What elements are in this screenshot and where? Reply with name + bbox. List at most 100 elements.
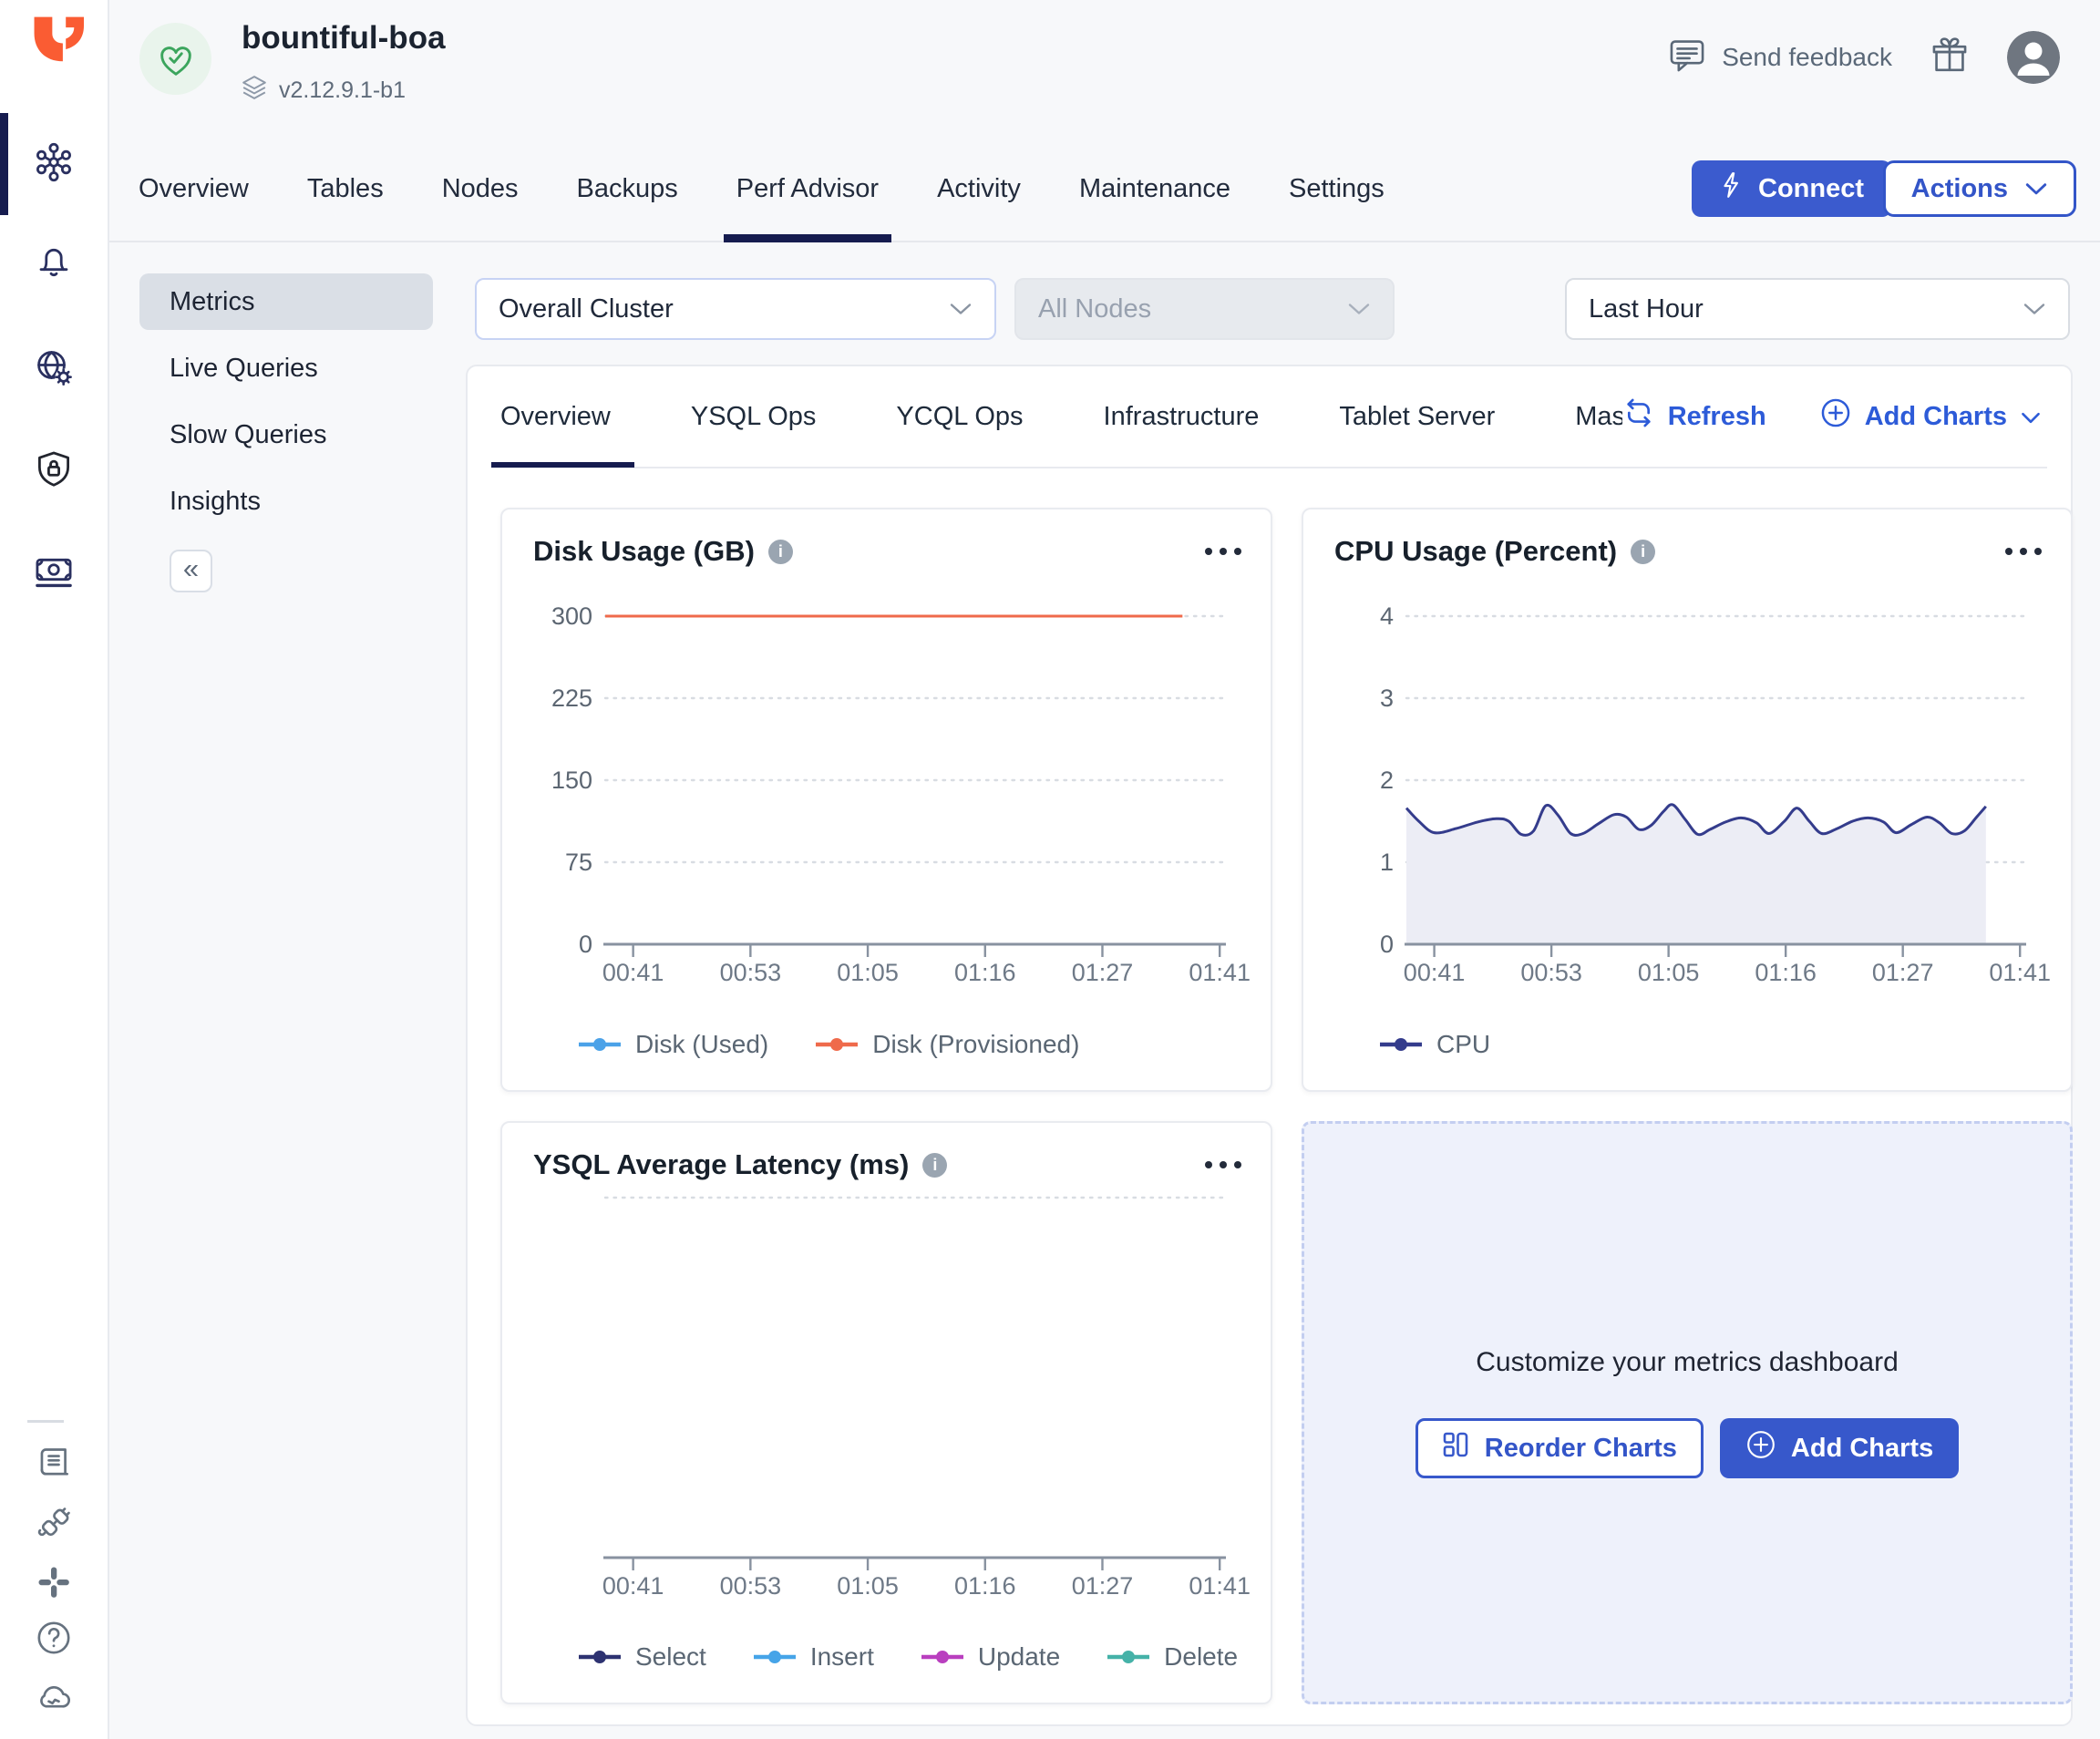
legend-item[interactable]: Update xyxy=(921,1642,1060,1672)
header-actions: Send feedback xyxy=(1668,31,2060,84)
user-avatar[interactable] xyxy=(2007,31,2060,84)
rail-item-slack[interactable] xyxy=(0,1556,108,1612)
add-charts-button[interactable]: Add Charts xyxy=(1720,1418,1959,1478)
panel-tab-ycql-ops[interactable]: YCQL Ops xyxy=(896,365,1023,468)
tab-tables[interactable]: Tables xyxy=(307,137,384,241)
plus-circle-icon xyxy=(1819,396,1852,437)
nodes-select-value: All Nodes xyxy=(1038,294,1151,324)
refresh-icon xyxy=(1622,396,1655,437)
rail-item-clusters[interactable] xyxy=(0,120,108,208)
rail-divider xyxy=(27,1420,64,1423)
svg-text:01:27: 01:27 xyxy=(1072,959,1134,986)
svg-text:75: 75 xyxy=(565,849,592,876)
svg-text:3: 3 xyxy=(1380,684,1394,712)
send-feedback-button[interactable]: Send feedback xyxy=(1668,36,1892,80)
rail-item-alerts[interactable] xyxy=(0,218,108,305)
panel-tab-overview[interactable]: Overview xyxy=(500,365,611,468)
customize-message: Customize your metrics dashboard xyxy=(1476,1347,1899,1378)
refresh-button[interactable]: Refresh xyxy=(1622,396,1766,437)
disk-usage-plot: 07515022530000:4100:5301:0501:1601:2701:… xyxy=(502,564,1271,1011)
svg-text:01:27: 01:27 xyxy=(1872,959,1934,986)
rail-item-cloud-status[interactable] xyxy=(0,1671,108,1727)
subnav-item-live-queries[interactable]: Live Queries xyxy=(139,340,433,396)
actions-label: Actions xyxy=(1911,174,2008,204)
collapse-sidebar-button[interactable]: « xyxy=(170,550,212,592)
scope-select[interactable]: Overall Cluster xyxy=(475,278,996,340)
rail-item-integrations[interactable] xyxy=(0,1497,108,1554)
chevron-down-icon xyxy=(2024,174,2048,204)
chart-menu-ellipsis-button[interactable] xyxy=(2003,540,2043,562)
plus-circle-icon xyxy=(1745,1429,1776,1467)
chevron-down-icon xyxy=(2020,402,2042,432)
reorder-charts-label: Reorder Charts xyxy=(1485,1434,1677,1464)
legend-item[interactable]: Select xyxy=(579,1642,706,1672)
actions-button[interactable]: Actions xyxy=(1883,160,2076,217)
svg-text:0: 0 xyxy=(579,931,592,958)
gift-icon[interactable] xyxy=(1930,36,1969,79)
svg-text:01:05: 01:05 xyxy=(1638,959,1700,986)
connect-button[interactable]: Connect xyxy=(1692,160,1891,217)
subnav-item-metrics[interactable]: Metrics xyxy=(139,273,433,330)
chart-card-ysql-latency: YSQL Average Latency (ms) i 00:4100:5301… xyxy=(500,1121,1272,1704)
legend-item[interactable]: Delete xyxy=(1107,1642,1238,1672)
cluster-tabbar: Overview Tables Nodes Backups Perf Advis… xyxy=(109,137,2100,242)
rail-item-security[interactable] xyxy=(0,427,108,515)
tab-overview[interactable]: Overview xyxy=(139,137,249,241)
svg-text:01:27: 01:27 xyxy=(1072,1572,1134,1600)
svg-text:01:16: 01:16 xyxy=(954,1572,1016,1600)
legend-item[interactable]: CPU xyxy=(1380,1030,1490,1059)
bolt-icon xyxy=(1719,171,1745,206)
legend-item[interactable]: Disk (Used) xyxy=(579,1030,768,1059)
rail-item-billing[interactable] xyxy=(0,528,108,615)
legend-item[interactable]: Disk (Provisioned) xyxy=(816,1030,1079,1059)
tab-perf-advisor[interactable]: Perf Advisor xyxy=(736,137,879,241)
chart-menu-ellipsis-button[interactable] xyxy=(1203,540,1243,562)
rail-item-network[interactable] xyxy=(0,325,108,413)
legend-label: Insert xyxy=(810,1642,874,1672)
svg-text:150: 150 xyxy=(551,767,592,794)
subnav-item-slow-queries[interactable]: Slow Queries xyxy=(139,406,433,463)
rail-item-help[interactable] xyxy=(0,1611,108,1668)
add-charts-menu-button[interactable]: Add Charts xyxy=(1819,396,2042,437)
clusters-icon xyxy=(33,141,75,188)
cluster-version-row: v2.12.9.1-b1 xyxy=(242,75,406,107)
tab-maintenance[interactable]: Maintenance xyxy=(1079,137,1230,241)
add-charts-label: Add Charts xyxy=(1865,402,2007,432)
time-range-select[interactable]: Last Hour xyxy=(1565,278,2070,340)
svg-text:01:41: 01:41 xyxy=(1989,959,2051,986)
cluster-version: v2.12.9.1-b1 xyxy=(279,77,406,104)
tab-settings[interactable]: Settings xyxy=(1289,137,1385,241)
tab-backups[interactable]: Backups xyxy=(577,137,678,241)
tab-nodes[interactable]: Nodes xyxy=(442,137,519,241)
help-question-icon xyxy=(34,1618,74,1662)
panel-tab-ysql-ops[interactable]: YSQL Ops xyxy=(691,365,817,468)
reorder-charts-button[interactable]: Reorder Charts xyxy=(1415,1418,1704,1478)
chart-menu-ellipsis-button[interactable] xyxy=(1203,1154,1243,1176)
reorder-grid-icon xyxy=(1442,1431,1469,1466)
panel-tab-master-truncated[interactable]: Mas xyxy=(1575,365,1621,468)
info-icon[interactable]: i xyxy=(768,540,793,564)
legend-label: Disk (Used) xyxy=(635,1030,768,1059)
plug-icon xyxy=(34,1504,74,1549)
ysql-latency-plot: 00:4100:5301:0501:1601:2701:41 xyxy=(502,1178,1271,1624)
tab-activity[interactable]: Activity xyxy=(937,137,1021,241)
disk-usage-legend: Disk (Used) Disk (Provisioned) xyxy=(579,1030,1079,1059)
rail-item-docs[interactable] xyxy=(0,1438,108,1495)
yugabyte-logo-icon[interactable] xyxy=(24,11,84,71)
subnav-item-insights[interactable]: Insights xyxy=(139,473,433,530)
svg-text:00:41: 00:41 xyxy=(602,1572,664,1600)
cluster-health-heart-icon xyxy=(139,23,211,95)
panel-tab-tablet-server[interactable]: Tablet Server xyxy=(1339,365,1495,468)
add-charts-label: Add Charts xyxy=(1791,1434,1933,1464)
svg-text:01:05: 01:05 xyxy=(837,1572,899,1600)
legend-item[interactable]: Insert xyxy=(754,1642,874,1672)
panel-tab-infrastructure[interactable]: Infrastructure xyxy=(1104,365,1260,468)
svg-text:00:53: 00:53 xyxy=(1520,959,1582,986)
cpu-usage-plot: 0123400:4100:5301:0501:1601:2701:41 xyxy=(1303,564,2071,1011)
legend-label: Update xyxy=(978,1642,1060,1672)
info-icon[interactable]: i xyxy=(922,1153,947,1178)
nodes-select[interactable]: All Nodes xyxy=(1014,278,1395,340)
info-icon[interactable]: i xyxy=(1631,540,1655,564)
chart-card-disk-usage: Disk Usage (GB) i 07515022530000:4100:53… xyxy=(500,508,1272,1092)
svg-text:4: 4 xyxy=(1380,602,1394,630)
